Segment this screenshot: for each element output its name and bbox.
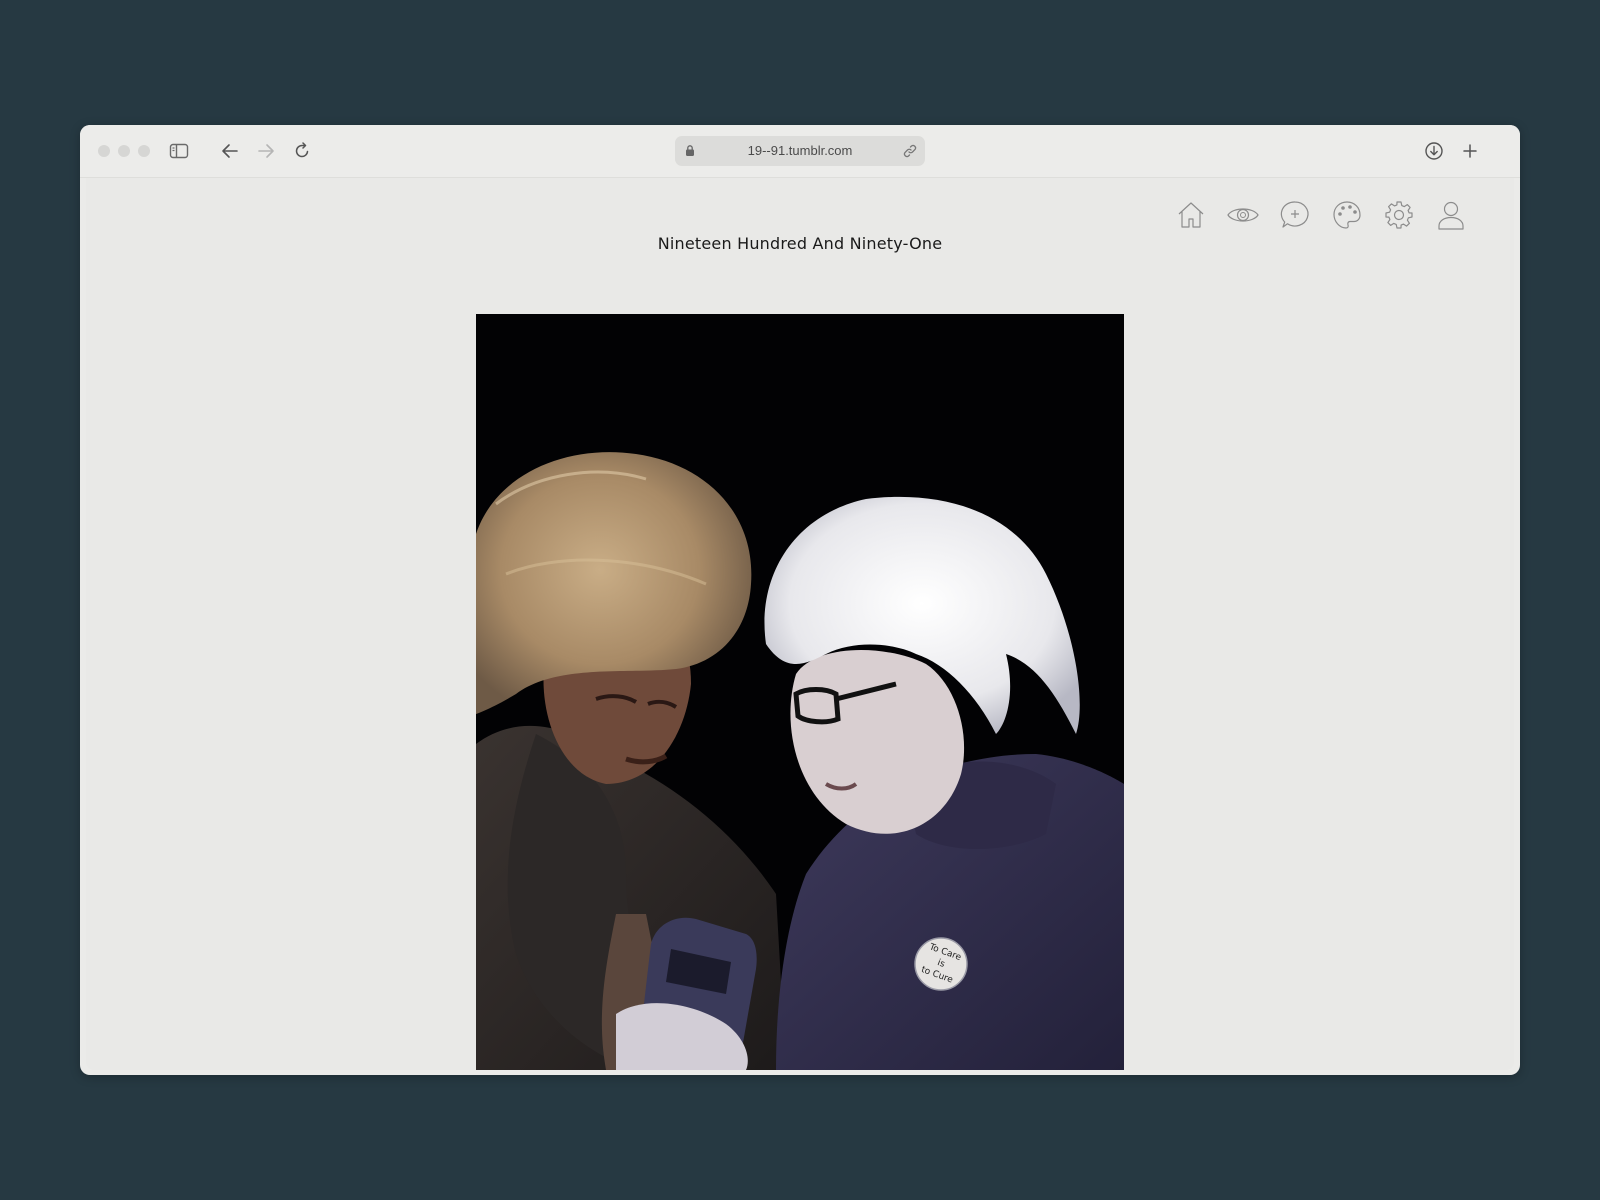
reload-icon[interactable]	[290, 139, 314, 163]
download-icon[interactable]	[1422, 139, 1446, 163]
home-icon[interactable]	[1174, 198, 1208, 232]
photo-illustration: To Care is to Cure	[476, 314, 1124, 1070]
link-icon[interactable]	[903, 144, 917, 163]
site-nav	[1174, 198, 1468, 232]
back-arrow-icon[interactable]	[218, 139, 242, 163]
zoom-window-button[interactable]	[138, 145, 150, 157]
address-bar[interactable]: 19--91.tumblr.com	[675, 136, 925, 166]
browser-window: 19--91.tumblr.com Nineteen Hundred And N…	[80, 125, 1520, 1075]
palette-icon[interactable]	[1330, 198, 1364, 232]
forward-arrow-icon[interactable]	[254, 139, 278, 163]
sidebar-toggle-icon[interactable]	[167, 139, 191, 163]
address-url[interactable]: 19--91.tumblr.com	[705, 136, 895, 166]
close-window-button[interactable]	[98, 145, 110, 157]
minimize-window-button[interactable]	[118, 145, 130, 157]
post-photo[interactable]: To Care is to Cure	[476, 314, 1124, 1070]
eye-icon[interactable]	[1226, 198, 1260, 232]
web-page: Nineteen Hundred And Ninety-One To Care …	[86, 178, 1514, 1070]
site-title[interactable]: Nineteen Hundred And Ninety-One	[86, 234, 1514, 253]
lock-icon	[685, 144, 695, 162]
chat-plus-icon[interactable]	[1278, 198, 1312, 232]
gear-icon[interactable]	[1382, 198, 1416, 232]
user-icon[interactable]	[1434, 198, 1468, 232]
browser-toolbar: 19--91.tumblr.com	[80, 125, 1520, 178]
new-tab-plus-icon[interactable]	[1458, 139, 1482, 163]
